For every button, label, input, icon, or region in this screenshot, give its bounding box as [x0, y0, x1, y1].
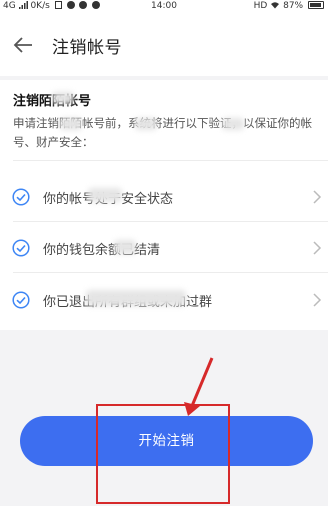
battery-percent: 87%	[283, 1, 304, 11]
chevron-right-icon	[313, 293, 322, 307]
divider	[13, 272, 328, 273]
redaction-blur	[60, 118, 82, 130]
battery-icon	[308, 1, 324, 9]
status-bar: 4G 0K/s 14:00 HD 87%	[0, 0, 328, 14]
divider	[13, 221, 328, 222]
check-circle-icon	[12, 291, 30, 309]
redaction-blur	[52, 92, 74, 104]
wifi-icon	[271, 2, 280, 9]
check-circle-icon	[12, 188, 30, 206]
chevron-right-icon	[313, 190, 322, 204]
info-description: 申请注销陌陌帐号前，系统将进行以下验证，以保证你的帐号、财产安全：	[13, 116, 312, 149]
hd-indicator: HD	[253, 1, 268, 11]
redaction-blur	[222, 118, 244, 130]
check-circle-icon	[12, 239, 30, 257]
back-arrow-icon[interactable]	[12, 34, 34, 56]
condition-label: 你的钱包余额已结清	[43, 243, 161, 258]
annotation-highlight-box	[96, 404, 230, 504]
condition-row[interactable]: 你的帐号处于安全状态	[0, 173, 328, 221]
redaction-blur	[86, 290, 186, 306]
divider	[13, 160, 328, 161]
status-right: HD 87%	[254, 1, 324, 11]
redaction-blur	[88, 188, 122, 202]
info-card: 注销陌陌帐号 申请注销陌陌帐号前，系统将进行以下验证，以保证你的帐号、财产安全：…	[0, 80, 328, 330]
redaction-blur	[135, 118, 157, 130]
chevron-right-icon	[313, 241, 322, 255]
condition-row[interactable]: 你的钱包余额已结清	[0, 224, 328, 272]
page-title: 注销帐号	[52, 38, 122, 58]
redaction-blur	[114, 240, 136, 254]
header-bar: 注销帐号	[0, 14, 328, 76]
